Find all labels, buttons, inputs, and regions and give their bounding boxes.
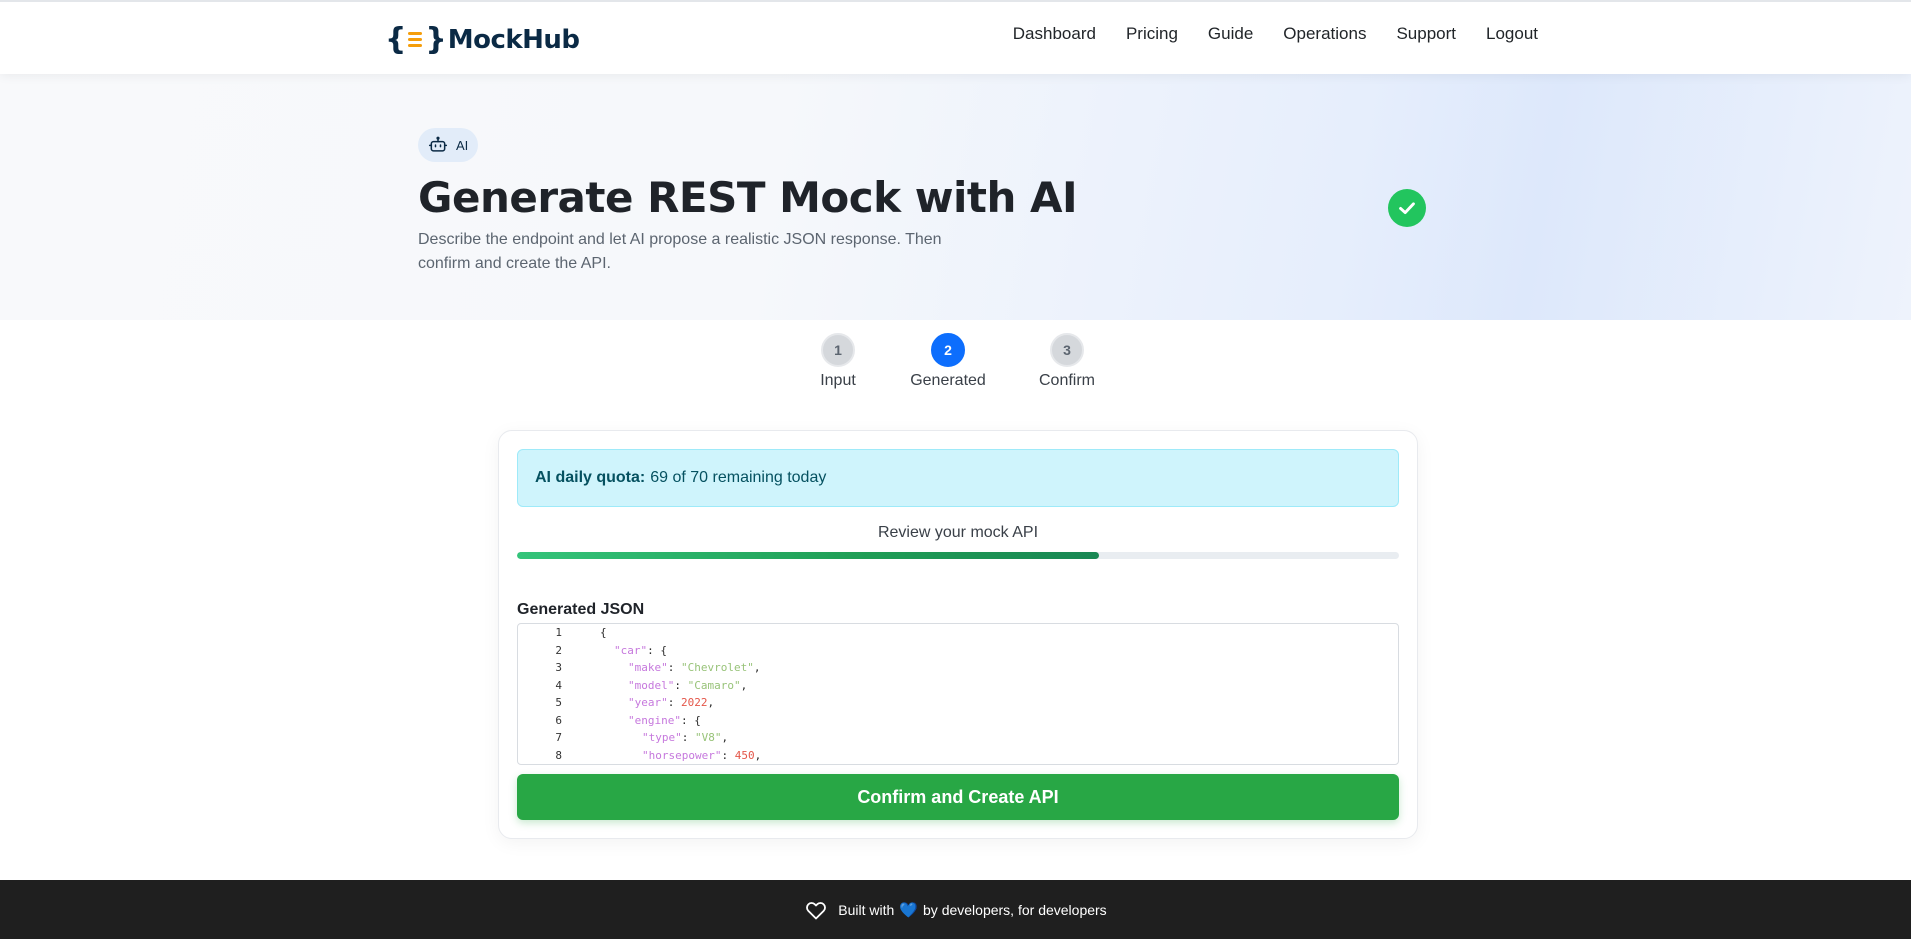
code-token: 2022 <box>681 696 708 710</box>
code-token: , <box>721 731 729 745</box>
step-label: Generated <box>910 372 986 389</box>
review-heading: Review your mock API <box>877 524 1039 541</box>
blue-heart-icon: 💙 <box>899 901 919 919</box>
code-token: , <box>740 678 748 692</box>
review-card: AI daily quota: 69 of 70 remaining today… <box>498 430 1418 839</box>
nav-link-operations[interactable]: Operations <box>1268 23 1381 45</box>
json-editor[interactable]: 1{2 "car": {3 "make": "Chevrolet", 4 "model"… <box>517 623 1399 765</box>
code-token: : <box>667 696 681 710</box>
code-line: "engine": { <box>570 714 701 727</box>
nav-link-support[interactable]: Support <box>1381 23 1471 45</box>
code-line: "model": "Camaro", <box>570 679 747 692</box>
code-token: "V8" <box>695 731 722 745</box>
nav-link-pricing[interactable]: Pricing <box>1111 23 1193 45</box>
ai-chip: AI <box>418 128 479 162</box>
code-token: "type" <box>642 731 682 745</box>
progress-fill <box>517 552 1100 559</box>
code-token: , <box>754 748 762 762</box>
line-number: 2 <box>555 643 562 657</box>
heart-outline-icon <box>804 898 828 922</box>
code-token: "model" <box>628 678 675 692</box>
code-token: "horsepower" <box>642 748 722 762</box>
code-line: "make": "Chevrolet", <box>570 661 760 674</box>
code-token: { <box>600 626 607 640</box>
code-token: : { <box>680 713 701 727</box>
json-label: Generated JSON <box>517 601 645 618</box>
code-token: "year" <box>628 696 668 710</box>
ai-chip-label: AI <box>456 137 469 153</box>
code-token: "Chevrolet" <box>681 661 754 675</box>
editor-line: 7 "type": "V8", <box>518 729 1398 747</box>
page-title: Generate REST Mock with AI <box>418 173 1078 222</box>
stepper: 1 Input 2 Generated 3 Confirm <box>0 333 1911 393</box>
nav-link-logout[interactable]: Logout <box>1471 23 1538 45</box>
line-number: 5 <box>555 696 562 710</box>
progress-bar <box>517 552 1399 559</box>
editor-line: 1{ <box>518 624 1398 642</box>
brand-logo[interactable]: {} MockHub <box>385 22 580 57</box>
page-subtitle: Describe the endpoint and let AI propose… <box>418 231 942 272</box>
code-token: "engine" <box>628 713 681 727</box>
brand-name: MockHub <box>447 24 580 55</box>
code-token: , <box>753 661 761 675</box>
footer: Built with 💙 by developers, for develope… <box>0 880 1911 939</box>
line-number: 7 <box>555 731 562 745</box>
code-line: "horsepower": 450, <box>570 749 761 762</box>
nav-link-guide[interactable]: Guide <box>1193 23 1268 45</box>
nav-links: Dashboard Pricing Guide Operations Suppo… <box>998 23 1538 45</box>
quota-label: AI daily quota: <box>535 469 646 486</box>
line-number: 8 <box>555 748 562 762</box>
editor-line: 5 "year": 2022, <box>518 694 1398 712</box>
editor-line: 3 "make": "Chevrolet", <box>518 659 1398 677</box>
line-number: 4 <box>555 678 562 692</box>
step-number: 1 <box>821 333 855 367</box>
editor-line: 4 "model": "Camaro", <box>518 677 1398 695</box>
code-token: : <box>674 678 688 692</box>
code-token: "Camaro" <box>687 678 741 692</box>
hero-section: AI Generate REST Mock with AI Describe t… <box>0 74 1911 320</box>
line-number: 6 <box>555 713 562 727</box>
code-line: { <box>570 626 607 639</box>
robot-icon <box>428 136 448 152</box>
code-line: "year": 2022, <box>570 696 714 709</box>
line-number: 1 <box>555 626 562 640</box>
footer-text: Built with 💙 by developers, for develope… <box>838 901 1106 919</box>
code-token: : { <box>647 643 667 657</box>
editor-line: 6 "engine": { <box>518 712 1398 730</box>
code-token: : <box>681 731 695 745</box>
code-token: : <box>721 748 735 762</box>
code-line: "car": { <box>570 644 667 657</box>
top-navbar: {} MockHub Dashboard Pricing Guide Opera… <box>0 0 1911 74</box>
code-token: "make" <box>628 661 668 675</box>
editor-line: 8 "horsepower": 450, <box>518 747 1398 765</box>
footer-text-after: by developers, for developers <box>923 901 1107 918</box>
step-label: Confirm <box>1039 372 1096 389</box>
step-label: Input <box>820 372 856 389</box>
editor-line: 2 "car": { <box>518 642 1398 660</box>
brace-logo-icon: {} <box>385 22 447 57</box>
code-token: "car" <box>614 643 648 657</box>
quota-value: 69 of 70 remaining today <box>650 469 827 486</box>
confirm-create-button[interactable]: Confirm and Create API <box>517 774 1399 820</box>
footer-text-before: Built with <box>838 901 895 918</box>
code-line: "type": "V8", <box>570 731 728 744</box>
code-token: 450 <box>734 748 755 762</box>
check-circle-icon <box>1388 189 1426 227</box>
code-token: : <box>667 661 681 675</box>
step-number: 3 <box>1050 333 1084 367</box>
quota-alert: AI daily quota: 69 of 70 remaining today <box>517 449 1399 507</box>
line-number: 3 <box>555 661 562 675</box>
nav-link-dashboard[interactable]: Dashboard <box>998 23 1111 45</box>
code-token: , <box>707 696 715 710</box>
step-number: 2 <box>931 333 965 367</box>
